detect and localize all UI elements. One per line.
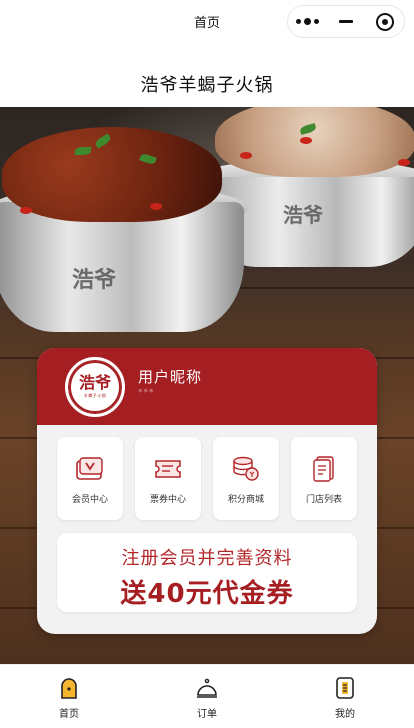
menu-label: 会员中心 <box>71 495 108 505</box>
store-list-icon <box>313 456 334 482</box>
mini-program-capsule <box>287 5 405 38</box>
bottom-tab-bar: 首页 订单 我的 <box>0 664 414 728</box>
user-subtext: *** <box>138 388 155 398</box>
order-bell-icon <box>197 678 217 698</box>
more-button[interactable] <box>288 6 327 37</box>
ticket-icon <box>155 460 181 478</box>
register-promo-banner[interactable]: 注册会员并完善资料 送40元代金券 <box>57 533 357 612</box>
menu-label: 门店列表 <box>305 495 342 505</box>
member-card: 浩爷 羊蝎子火锅 用户昵称 *** 会员中心 票券中心 积分商城 门店列表 注册… <box>37 348 377 634</box>
navigation-bar: 首页 <box>0 0 414 44</box>
points-coins-icon <box>233 456 259 481</box>
menu-points-mall[interactable]: 积分商城 <box>213 437 279 520</box>
brand-logo-subtitle: 羊蝎子火锅 <box>83 393 107 398</box>
brand-logo: 浩爷 羊蝎子火锅 <box>65 357 125 417</box>
more-dots-icon <box>295 18 319 25</box>
home-icon <box>61 678 77 699</box>
minimize-button[interactable] <box>327 6 366 37</box>
menu-label: 票券中心 <box>149 495 186 505</box>
promo-line-2: 送40元代金券 <box>120 579 294 609</box>
brand-logo-mark: 浩爷 <box>78 373 111 392</box>
tab-home[interactable]: 首页 <box>0 665 138 728</box>
tab-label: 我的 <box>335 709 355 720</box>
member-card-header: 浩爷 羊蝎子火锅 用户昵称 *** <box>37 348 377 425</box>
tab-label: 订单 <box>197 709 217 720</box>
right-pot-mark: 浩爷 <box>283 203 323 227</box>
member-card-icon <box>76 457 103 480</box>
close-button[interactable] <box>365 6 404 37</box>
right-pot-food <box>215 107 414 177</box>
store-title: 浩爷羊蝎子火锅 <box>140 75 274 96</box>
left-pot-mark: 浩爷 <box>72 267 117 293</box>
member-menu: 会员中心 票券中心 积分商城 门店列表 <box>57 437 357 520</box>
minimize-icon <box>339 20 353 23</box>
menu-member-center[interactable]: 会员中心 <box>57 437 123 520</box>
menu-ticket-center[interactable]: 票券中心 <box>135 437 201 520</box>
close-target-icon <box>375 12 394 31</box>
left-pot-food <box>2 127 222 222</box>
promo-line-1: 注册会员并完善资料 <box>121 548 293 569</box>
menu-label: 积分商城 <box>227 495 264 505</box>
tab-orders[interactable]: 订单 <box>138 665 276 728</box>
tab-label: 首页 <box>59 709 79 720</box>
profile-doc-icon <box>336 677 354 699</box>
user-nickname[interactable]: 用户昵称 <box>138 366 202 387</box>
tab-mine[interactable]: 我的 <box>276 665 414 728</box>
menu-store-list[interactable]: 门店列表 <box>291 437 357 520</box>
